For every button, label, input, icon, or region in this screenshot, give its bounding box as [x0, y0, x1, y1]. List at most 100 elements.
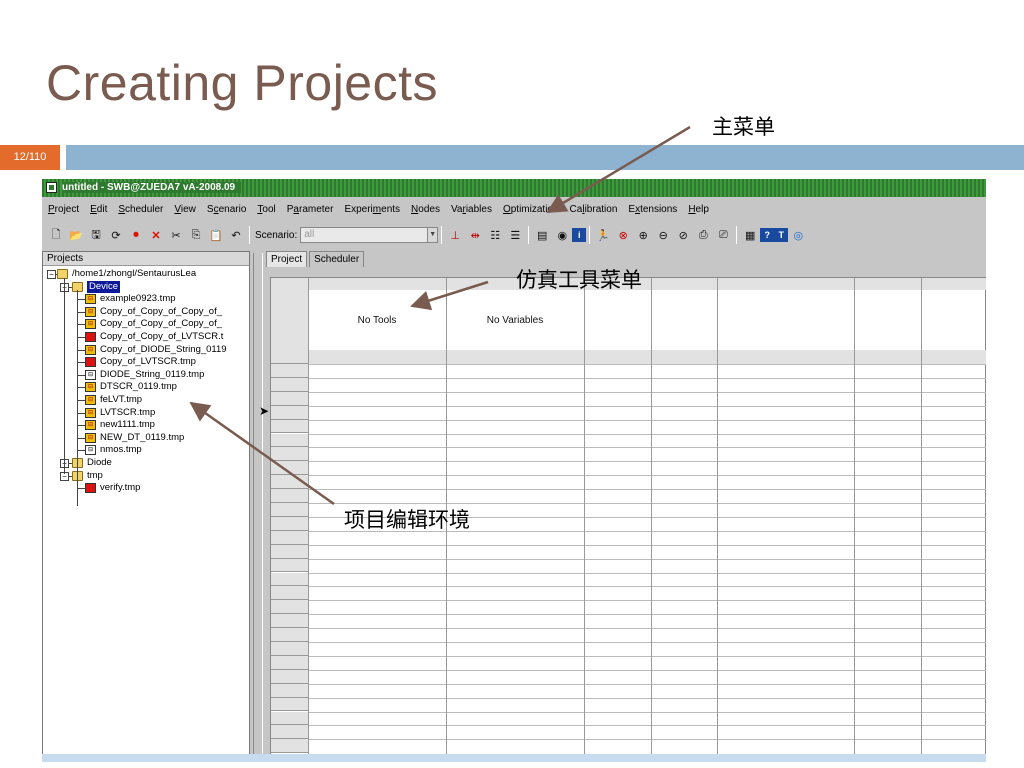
- projects-header: Projects: [43, 252, 249, 266]
- export-icon[interactable]: ⎙: [693, 226, 713, 244]
- menu-item[interactable]: Calibration: [564, 199, 623, 221]
- view-icon[interactable]: ◉: [552, 226, 572, 244]
- tree-connector: [77, 362, 85, 364]
- tree-item[interactable]: /home1/zhongl/SentaurusLea: [57, 268, 196, 280]
- zoom-in-icon[interactable]: ⊕: [633, 226, 653, 244]
- tree-item[interactable]: ⊟ DTSCR_0119.tmp: [85, 381, 177, 393]
- stop-icon[interactable]: ⏺: [126, 226, 146, 244]
- tree-item-label: LVTSCR.tmp: [100, 406, 156, 418]
- panel-splitter[interactable]: [250, 251, 266, 761]
- grid-line: [308, 600, 986, 602]
- tree-item[interactable]: ⊟ Copy_of_Copy_of_Copy_of_: [85, 306, 222, 318]
- help-icon[interactable]: ?: [760, 228, 775, 242]
- tree-item[interactable]: ⊟ NEW_DT_0119.tmp: [85, 432, 184, 444]
- tab-scheduler[interactable]: Scheduler: [309, 251, 365, 267]
- grid-line: [308, 655, 986, 657]
- menu-item[interactable]: Extensions: [622, 199, 682, 221]
- delete-icon[interactable]: ✕: [146, 226, 166, 244]
- chevron-down-icon[interactable]: ▼: [427, 228, 438, 242]
- grid-line: [308, 433, 986, 435]
- abort-icon[interactable]: ⊗: [613, 226, 633, 244]
- tree-connector: [77, 324, 85, 326]
- save-icon[interactable]: 🖫: [86, 226, 106, 244]
- refresh-icon[interactable]: ⟳: [106, 226, 126, 244]
- tree-item[interactable]: ⊟ feLVT.tmp: [85, 394, 142, 406]
- row-header: [271, 614, 308, 629]
- menu-item[interactable]: Parameter: [281, 199, 339, 221]
- editor-tabs: Project Scheduler: [266, 251, 366, 267]
- menubar: Project Edit Scheduler View Scenario Tool Para…: [42, 199, 986, 221]
- row-header: [271, 419, 308, 434]
- split-icon[interactable]: ⇹: [465, 226, 485, 244]
- tree-item[interactable]: ⊟ example0923.tmp: [85, 293, 176, 305]
- copy-icon[interactable]: ⎘: [186, 226, 206, 244]
- tree-item-label: new1111.tmp: [100, 419, 155, 431]
- tree-expander[interactable]: −: [47, 270, 56, 279]
- tree-item[interactable]: ⊟ LVTSCR.tmp: [85, 407, 155, 419]
- row-header: [271, 461, 308, 476]
- grid-line: [308, 711, 986, 713]
- scrollbar[interactable]: [253, 253, 263, 761]
- row-header: [271, 405, 308, 420]
- info-icon[interactable]: i: [572, 228, 587, 242]
- add-parameter-icon[interactable]: ☰: [505, 226, 525, 244]
- zoom-out-icon[interactable]: ⊖: [653, 226, 673, 244]
- page-number-badge: 12/110: [0, 145, 60, 170]
- tree-item-label: Diode: [87, 457, 112, 468]
- undo-icon[interactable]: ↶: [226, 226, 246, 244]
- scenario-select[interactable]: all ▼: [300, 227, 439, 243]
- add-experiment-icon[interactable]: ☷: [485, 226, 505, 244]
- paste-icon[interactable]: 📋: [206, 226, 226, 244]
- menu-item[interactable]: Scenario: [201, 199, 251, 221]
- menu-item[interactable]: Optimization: [497, 199, 564, 221]
- tab-project[interactable]: Project: [266, 251, 308, 267]
- row-header: [271, 669, 308, 684]
- window-title: untitled - SWB@ZUEDA7 vA-2008.09: [62, 182, 242, 193]
- grid-line: [308, 725, 986, 727]
- menu-item[interactable]: Experiments: [338, 199, 405, 221]
- menu-item[interactable]: View: [168, 199, 201, 221]
- row-header: [271, 278, 308, 364]
- document-icon[interactable]: ▤: [532, 226, 552, 244]
- tree-item[interactable]: ⊟ DIODE_String_0119.tmp: [85, 369, 204, 381]
- menu-item[interactable]: Variables: [445, 199, 497, 221]
- grid-line: [308, 278, 309, 761]
- menu-item[interactable]: Project: [42, 199, 84, 221]
- grid-line: [308, 405, 986, 407]
- row-header: [271, 628, 308, 642]
- projects-panel: Projects /home1/zhongl/SentaurusLea − Devi…: [42, 251, 250, 761]
- tree-item-label: NEW_DT_0119.tmp: [100, 431, 185, 443]
- tree-item[interactable]: verify.tmp: [85, 482, 140, 494]
- zoom-reset-icon[interactable]: ⊘: [673, 226, 693, 244]
- row-header: [271, 391, 308, 406]
- run-icon[interactable]: 🏃: [593, 226, 613, 244]
- menu-item[interactable]: Scheduler: [112, 199, 168, 221]
- globe-icon[interactable]: ◎: [788, 226, 808, 244]
- import-icon[interactable]: ⎚: [713, 226, 733, 244]
- terminal-icon[interactable]: T: [774, 228, 789, 242]
- window-titlebar[interactable]: untitled - SWB@ZUEDA7 vA-2008.09: [42, 179, 986, 197]
- tree-item[interactable]: ⊟ Copy_of_Copy_of_Copy_of_: [85, 318, 222, 330]
- cut-icon[interactable]: ✂: [166, 226, 186, 244]
- calculator-icon[interactable]: ▦: [740, 226, 760, 244]
- file-icon: [85, 357, 96, 368]
- menu-item[interactable]: Nodes: [405, 199, 445, 221]
- tree-item-label: Device: [87, 280, 121, 293]
- new-file-icon[interactable]: 🗋: [46, 226, 66, 244]
- tree-item[interactable]: Copy_of_LVTSCR.tmp: [85, 356, 196, 368]
- grid-line: [308, 391, 986, 393]
- menu-item[interactable]: Help: [682, 199, 714, 221]
- window-icon[interactable]: [46, 182, 57, 193]
- menu-item[interactable]: Edit: [84, 199, 112, 221]
- tree-item[interactable]: ⊟ Copy_of_DIODE_String_0119: [85, 344, 227, 356]
- tree-item-label: tmp: [87, 469, 103, 481]
- open-folder-icon[interactable]: 📂: [66, 226, 86, 244]
- row-header: [271, 433, 308, 448]
- tree-item[interactable]: ⊟ nmos.tmp: [85, 444, 142, 456]
- add-tool-icon[interactable]: ⊥: [445, 226, 465, 244]
- tree-item[interactable]: ⊟ new1111.tmp: [85, 419, 155, 431]
- tree-item[interactable]: Copy_of_Copy_of_LVTSCR.t: [85, 331, 223, 343]
- tree-item[interactable]: Device: [72, 280, 121, 293]
- file-icon: ⊟: [85, 420, 96, 431]
- menu-item[interactable]: Tool: [251, 199, 280, 221]
